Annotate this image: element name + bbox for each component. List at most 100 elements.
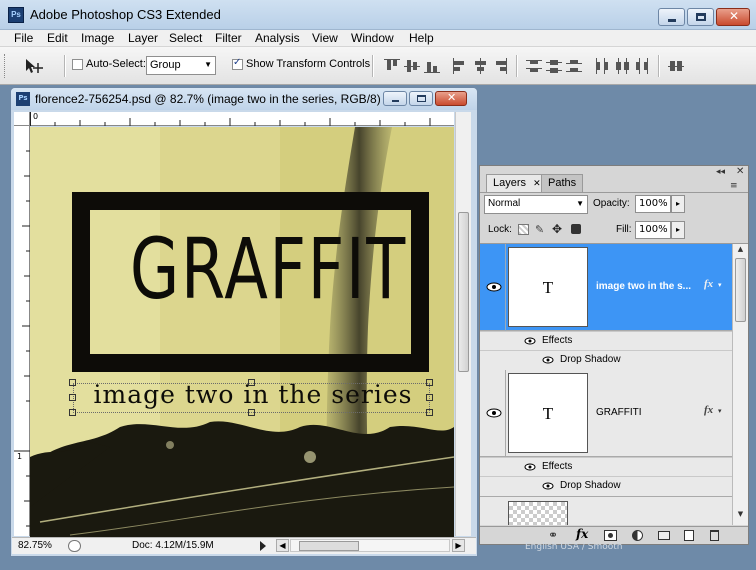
layer-row-selected[interactable]: T image two in the s... fx ▾ xyxy=(480,244,732,331)
ruler-origin[interactable] xyxy=(14,112,30,126)
scroll-left-button[interactable]: ◀ xyxy=(276,539,289,552)
zoom-value[interactable]: 82.75% xyxy=(18,540,52,551)
new-layer-icon[interactable] xyxy=(684,530,694,541)
distribute-top-icon[interactable] xyxy=(526,58,542,74)
delete-layer-icon[interactable] xyxy=(710,530,719,541)
menu-analysis[interactable]: Analysis xyxy=(255,31,300,45)
maximize-button[interactable] xyxy=(687,8,714,26)
transform-handle[interactable] xyxy=(69,379,76,386)
layer-fx-icon[interactable]: fx xyxy=(704,404,713,416)
panel-menu-icon[interactable]: ≡ xyxy=(730,181,738,191)
options-grip[interactable] xyxy=(4,54,7,78)
distribute-vcenter-icon[interactable] xyxy=(546,58,562,74)
distribute-bottom-icon[interactable] xyxy=(566,58,582,74)
auto-select-checkbox[interactable] xyxy=(72,59,83,70)
layer-thumbnail[interactable] xyxy=(508,501,568,525)
align-hcenter-icon[interactable] xyxy=(472,58,488,74)
scroll-down-button[interactable]: ▼ xyxy=(734,510,747,522)
layer-fx-icon[interactable]: fx xyxy=(704,278,713,290)
add-layer-style-icon[interactable]: fx xyxy=(576,527,588,541)
layers-scrollbar[interactable]: ▲ ▼ xyxy=(732,244,748,525)
align-top-icon[interactable] xyxy=(384,58,400,74)
menu-window[interactable]: Window xyxy=(351,31,394,45)
transform-handle[interactable] xyxy=(426,379,433,386)
layer-name[interactable]: image two in the s... xyxy=(596,281,691,292)
blend-mode-dropdown[interactable]: Normal xyxy=(484,195,588,214)
menu-edit[interactable]: Edit xyxy=(47,31,68,45)
layer-effects-row[interactable]: Effects xyxy=(480,331,732,350)
document-vertical-scrollbar[interactable] xyxy=(455,112,471,536)
distribute-right-icon[interactable] xyxy=(634,58,650,74)
layer-thumbnail[interactable]: T xyxy=(508,373,588,453)
auto-select-dropdown[interactable]: Group xyxy=(146,56,216,75)
align-bottom-icon[interactable] xyxy=(424,58,440,74)
link-layers-icon[interactable]: ⚭ xyxy=(548,528,558,542)
minimize-button[interactable] xyxy=(658,8,685,26)
drop-shadow-row[interactable]: Drop Shadow xyxy=(480,476,732,495)
panel-close-icon[interactable]: ✕ xyxy=(736,166,744,177)
new-group-icon[interactable] xyxy=(658,531,670,540)
menu-filter[interactable]: Filter xyxy=(215,31,242,45)
document-canvas[interactable]: GRAFFITI image two in the series xyxy=(30,127,454,537)
drop-shadow-eye-icon[interactable] xyxy=(542,356,554,367)
distribute-left-icon[interactable] xyxy=(594,58,610,74)
app-titlebar[interactable]: Ps Adobe Photoshop CS3 Extended ✕ xyxy=(0,0,756,30)
fx-expand-icon[interactable]: ▾ xyxy=(718,281,722,289)
align-left-icon[interactable] xyxy=(452,58,468,74)
zoom-options-icon[interactable] xyxy=(68,540,81,552)
show-transform-checkbox[interactable] xyxy=(232,57,243,70)
layer-thumbnail[interactable]: T xyxy=(508,247,588,327)
menu-help[interactable]: Help xyxy=(409,31,434,45)
opacity-input[interactable]: 100% xyxy=(635,195,671,213)
close-button[interactable]: ✕ xyxy=(716,8,750,26)
move-tool-icon[interactable] xyxy=(22,57,46,75)
transform-handle[interactable] xyxy=(69,394,76,401)
status-menu-arrow-icon[interactable] xyxy=(260,541,266,551)
layer-effects-row[interactable]: Effects xyxy=(480,457,732,476)
fill-slider-arrow[interactable]: ▸ xyxy=(671,221,685,239)
vertical-ruler[interactable]: 1 xyxy=(14,126,30,536)
distribute-hcenter-icon[interactable] xyxy=(614,58,630,74)
auto-align-layers-icon[interactable] xyxy=(668,58,684,74)
align-vcenter-icon[interactable] xyxy=(404,58,420,74)
drop-shadow-eye-icon[interactable] xyxy=(542,482,554,493)
add-mask-icon[interactable] xyxy=(604,530,617,541)
h-scroll-thumb[interactable] xyxy=(299,541,359,551)
drop-shadow-row[interactable]: Drop Shadow xyxy=(480,350,732,369)
opacity-slider-arrow[interactable]: ▸ xyxy=(671,195,685,213)
doc-minimize-button[interactable] xyxy=(383,91,407,106)
transform-handle[interactable] xyxy=(426,409,433,416)
transform-handle[interactable] xyxy=(248,409,255,416)
layer-row[interactable]: T GRAFFITI fx ▾ xyxy=(480,370,732,457)
tab-paths[interactable]: Paths xyxy=(541,174,584,192)
lock-transparency-icon[interactable] xyxy=(518,224,529,235)
transform-handle[interactable] xyxy=(248,379,255,386)
layer-visibility-eye-icon[interactable] xyxy=(486,407,502,418)
adjustment-layer-icon[interactable] xyxy=(632,530,643,541)
align-right-icon[interactable] xyxy=(492,58,508,74)
fx-expand-icon[interactable]: ▾ xyxy=(718,407,722,415)
scroll-right-button[interactable]: ▶ xyxy=(452,539,465,552)
menu-view[interactable]: View xyxy=(312,31,338,45)
horizontal-ruler[interactable]: 0 xyxy=(30,112,454,126)
lock-all-icon[interactable] xyxy=(571,224,581,234)
layers-scroll-thumb[interactable] xyxy=(735,258,746,322)
menu-file[interactable]: File xyxy=(14,31,33,45)
menu-image[interactable]: Image xyxy=(81,31,114,45)
menu-select[interactable]: Select xyxy=(169,31,202,45)
tab-layers[interactable]: Layers ✕ xyxy=(486,174,548,192)
transform-handle[interactable] xyxy=(69,409,76,416)
panel-collapse-button[interactable]: ◂◂ xyxy=(716,167,725,177)
layer-visibility-eye-icon[interactable] xyxy=(486,281,502,292)
effects-eye-icon[interactable] xyxy=(524,463,536,474)
lock-position-icon[interactable]: ✥ xyxy=(552,222,562,236)
horizontal-scrollbar[interactable] xyxy=(290,539,450,552)
doc-close-button[interactable]: ✕ xyxy=(435,91,467,106)
layer-row-background[interactable] xyxy=(480,496,732,525)
doc-size[interactable]: Doc: 4.12M/15.9M xyxy=(132,540,214,551)
lock-image-icon[interactable]: ✎ xyxy=(535,223,544,236)
scroll-up-button[interactable]: ▲ xyxy=(734,245,747,257)
transform-handle[interactable] xyxy=(426,394,433,401)
doc-maximize-button[interactable] xyxy=(409,91,433,106)
fill-input[interactable]: 100% xyxy=(635,221,671,239)
